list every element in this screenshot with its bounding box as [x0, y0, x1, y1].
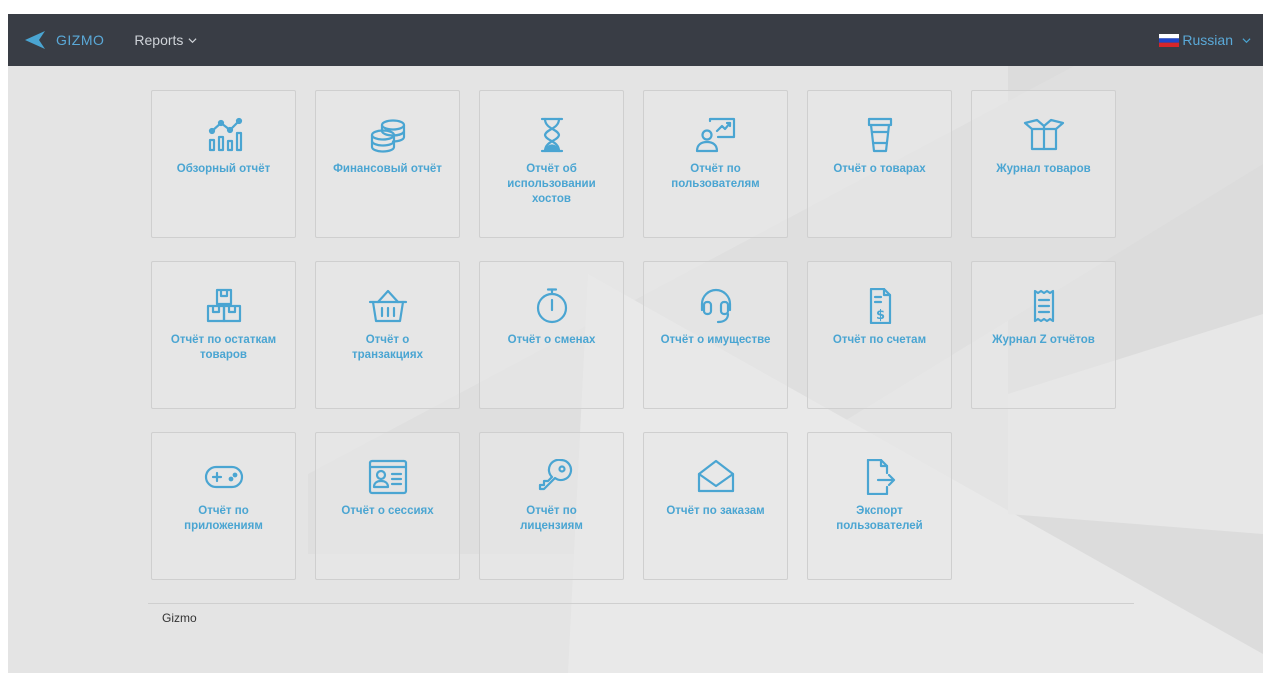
stopwatch-icon	[536, 288, 567, 324]
tile-label: Отчёт по счетам	[832, 334, 927, 346]
coins-stack-icon	[370, 119, 405, 153]
tile-label: Отчёт по заказам	[666, 505, 765, 517]
language-label: Russian	[1182, 32, 1233, 48]
tile-label: Отчёт о сменах	[507, 334, 596, 346]
tile-label: Журнал товаров	[996, 163, 1091, 175]
footer-divider	[148, 603, 1134, 604]
analytics-chart-icon	[208, 117, 242, 152]
tile-invoices-report[interactable]: $ Отчёт по счетам	[807, 261, 952, 409]
tile-applications-report[interactable]: Отчёт по приложениям	[151, 432, 296, 580]
receipt-icon	[1033, 289, 1054, 323]
language-selector[interactable]: Russian	[1159, 14, 1251, 66]
footer-text: Gizmo	[162, 611, 197, 625]
tile-label: Отчёт по пользователям	[671, 163, 760, 190]
chevron-down-icon	[1242, 37, 1251, 43]
tile-label: Отчёт о имуществе	[660, 334, 771, 346]
tile-host-usage-report[interactable]: Отчёт об использовании хостов	[479, 90, 624, 238]
tile-transactions-report[interactable]: Отчёт о транзакциях	[315, 261, 460, 409]
tile-stock-report[interactable]: Отчёт по остаткам товаров	[151, 261, 296, 409]
top-navbar: GIZMO Reports Russian	[8, 14, 1263, 66]
tile-users-report[interactable]: Отчёт по пользователям	[643, 90, 788, 238]
russia-flag-icon	[1159, 33, 1180, 47]
tile-orders-report[interactable]: Отчёт по заказам	[643, 432, 788, 580]
tile-label: Отчёт по лицензиям	[520, 505, 583, 532]
basket-icon	[368, 289, 407, 323]
tile-label: Отчёт об использовании хостов	[507, 163, 596, 205]
tile-z-reports-log[interactable]: Журнал Z отчётов	[971, 261, 1116, 409]
gamepad-icon	[204, 465, 243, 489]
chevron-down-icon	[188, 37, 197, 43]
tile-label: Экспорт пользователей	[836, 505, 923, 532]
reports-grid: Обзорный отчёт Финансовый отчёт Отчёт об…	[151, 90, 1116, 580]
tile-label: Журнал Z отчётов	[992, 334, 1095, 346]
hourglass-icon	[540, 117, 563, 153]
tile-export-users[interactable]: Экспорт пользователей	[807, 432, 952, 580]
tile-label: Отчёт о транзакциях	[352, 334, 423, 361]
cup-icon	[867, 117, 892, 153]
key-icon	[538, 459, 572, 491]
open-box-icon	[1023, 118, 1064, 151]
gizmo-logo-icon	[25, 31, 45, 49]
tile-label: Финансовый отчёт	[333, 163, 442, 175]
id-card-icon	[368, 459, 407, 495]
tile-label: Отчёт по остаткам товаров	[170, 334, 277, 361]
tile-sessions-report[interactable]: Отчёт о сессиях	[315, 432, 460, 580]
tile-label: Отчёт о сессиях	[341, 505, 434, 517]
invoice-dollar-icon: $	[869, 288, 891, 324]
envelope-open-icon	[697, 459, 734, 493]
file-export-icon	[866, 459, 895, 495]
svg-text:$: $	[875, 308, 884, 323]
headset-icon	[700, 288, 731, 324]
tile-financial-report[interactable]: Финансовый отчёт	[315, 90, 460, 238]
stacked-boxes-icon	[206, 288, 241, 323]
brand-name: GIZMO	[56, 32, 105, 48]
user-presentation-icon	[695, 117, 735, 153]
tile-shifts-report[interactable]: Отчёт о сменах	[479, 261, 624, 409]
tile-label: Отчёт по приложениям	[184, 505, 263, 532]
brand-link[interactable]: GIZMO	[24, 29, 104, 51]
tile-products-log[interactable]: Журнал товаров	[971, 90, 1116, 238]
reports-menu[interactable]: Reports	[134, 32, 197, 48]
tile-label: Обзорный отчёт	[176, 163, 271, 175]
tile-label: Отчёт о товарах	[833, 163, 926, 175]
tile-assets-report[interactable]: Отчёт о имуществе	[643, 261, 788, 409]
reports-menu-label: Reports	[134, 32, 184, 48]
tile-products-report[interactable]: Отчёт о товарах	[807, 90, 952, 238]
tile-licenses-report[interactable]: Отчёт по лицензиям	[479, 432, 624, 580]
tile-overview-report[interactable]: Обзорный отчёт	[151, 90, 296, 238]
